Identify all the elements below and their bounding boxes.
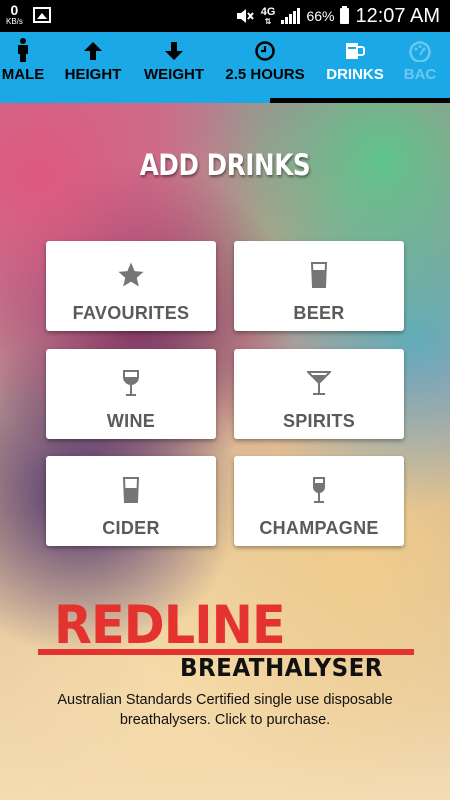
tab-label: BAC xyxy=(403,66,437,83)
step-progress-bar xyxy=(0,98,450,103)
drink-category-spirits[interactable]: SPIRITS xyxy=(234,349,404,439)
mute-icon xyxy=(236,9,254,23)
step-tab-bar: MALE HEIGHT WEIGHT 2.5 HOURS DRINKS BAC xyxy=(0,32,450,98)
ad-description-line: breathalysers. Click to purchase. xyxy=(119,712,331,728)
drink-category-wine[interactable]: WINE xyxy=(46,349,216,439)
gauge-icon xyxy=(409,41,431,62)
tab-label: HEIGHT xyxy=(64,66,122,83)
battery-percent: 66% xyxy=(306,8,335,24)
status-bar: 0 KB/s 4G ⇅ 66% 12:07 AM xyxy=(0,0,450,32)
tab-label: DRINKS xyxy=(326,66,384,83)
champagne-glass-icon xyxy=(313,477,325,503)
wine-glass-icon xyxy=(123,370,139,396)
arrow-down-icon xyxy=(165,42,183,60)
page-title: ADD DRINKS xyxy=(139,148,311,182)
cider-glass-icon xyxy=(122,477,140,503)
drink-category-beer[interactable]: BEER xyxy=(234,241,404,331)
drink-category-label: SPIRITS xyxy=(282,411,356,431)
data-rate-value: 0 xyxy=(10,2,19,18)
data-rate-indicator: 0 KB/s xyxy=(6,3,23,26)
ad-brand-subtitle: BREATHALYSER xyxy=(180,653,383,682)
tab-label: WEIGHT xyxy=(144,66,204,83)
network-indicator: 4G ⇅ xyxy=(260,5,276,26)
ad-description: Australian Standards Certified single us… xyxy=(30,690,420,730)
data-rate-unit: KB/s xyxy=(6,17,23,26)
drink-category-label: FAVOURITES xyxy=(72,303,190,323)
arrow-up-icon xyxy=(84,42,102,60)
drink-category-favourites[interactable]: FAVOURITES xyxy=(46,241,216,331)
image-notification-icon xyxy=(32,7,51,23)
battery-icon xyxy=(340,6,350,24)
clock: 12:07 AM xyxy=(355,4,440,27)
step-progress-fill xyxy=(0,98,270,103)
clock-icon xyxy=(255,41,275,61)
tab-height[interactable]: HEIGHT xyxy=(60,32,126,98)
network-arrows: ⇅ xyxy=(264,16,272,26)
star-icon xyxy=(118,262,144,287)
person-icon xyxy=(18,38,28,62)
tab-gender[interactable]: MALE xyxy=(0,32,46,98)
ad-brand-logo: REDLINE xyxy=(54,595,286,656)
drink-category-label: BEER xyxy=(293,303,345,323)
drinks-icon xyxy=(346,43,365,59)
tab-weight[interactable]: WEIGHT xyxy=(140,32,208,98)
drink-category-label: CIDER xyxy=(102,518,160,538)
tab-label: 2.5 HOURS xyxy=(225,66,305,83)
ad-description-line: Australian Standards Certified single us… xyxy=(57,692,393,708)
tab-bac[interactable]: BAC xyxy=(400,32,440,98)
drink-category-label: CHAMPAGNE xyxy=(259,518,379,538)
tab-drinks[interactable]: DRINKS xyxy=(322,32,388,98)
tab-label: MALE xyxy=(1,66,45,83)
cocktail-glass-icon xyxy=(307,371,331,395)
drink-category-champagne[interactable]: CHAMPAGNE xyxy=(234,456,404,546)
tab-duration[interactable]: 2.5 HOURS xyxy=(222,32,308,98)
redline-breathalyser-ad[interactable]: REDLINE BREATHALYSER Australian Standard… xyxy=(0,598,450,738)
drink-category-label: WINE xyxy=(106,411,156,431)
network-type: 4G xyxy=(260,5,276,18)
signal-icon xyxy=(281,8,301,24)
drink-category-cider[interactable]: CIDER xyxy=(46,456,216,546)
beer-glass-icon xyxy=(310,262,328,288)
